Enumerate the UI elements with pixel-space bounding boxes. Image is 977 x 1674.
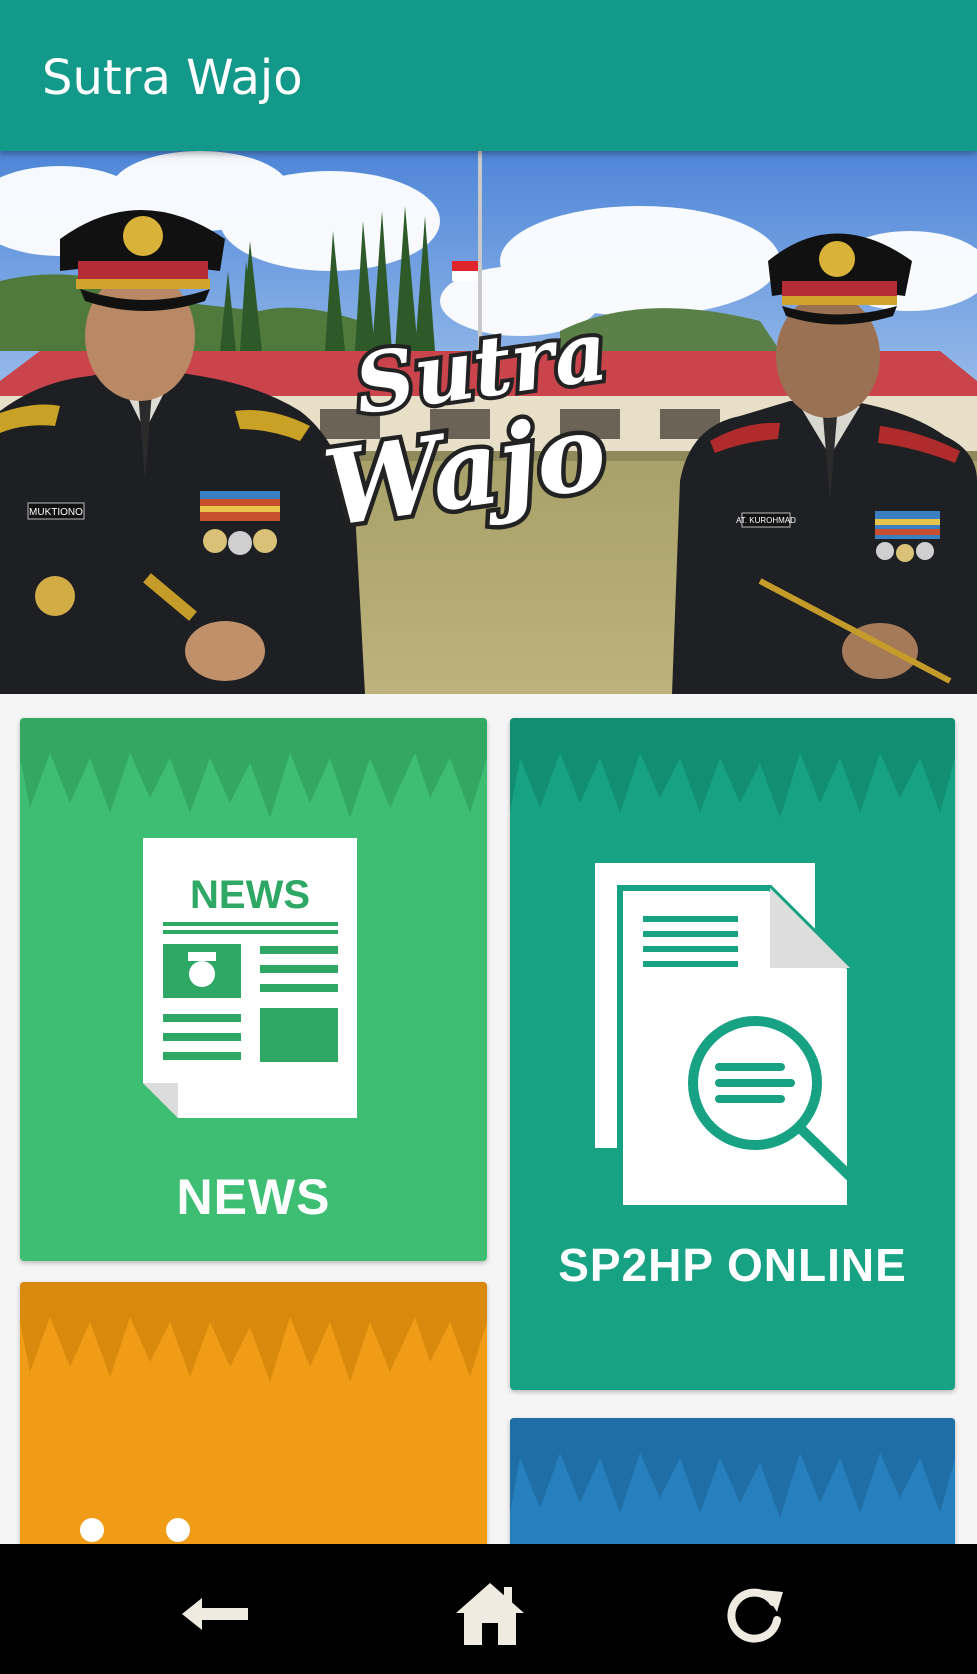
banner-image: MUKTIONO AT. KUROHMAD Sutra Wajo [0, 151, 977, 694]
back-button[interactable] [175, 1574, 255, 1654]
system-navigation-bar [0, 1544, 977, 1674]
news-card[interactable]: NEWS NEWS [20, 718, 487, 1261]
home-icon [456, 1583, 524, 1645]
menu-grid: NEWS NEWS SP2HP ONLINE [0, 694, 977, 1544]
back-arrow-icon [182, 1598, 248, 1630]
refresh-button[interactable] [715, 1574, 795, 1654]
news-label: NEWS [176, 1169, 331, 1225]
refresh-icon [727, 1588, 783, 1643]
app-title: Sutra Wajo [42, 50, 303, 106]
fourth-card-pattern [510, 1418, 955, 1518]
home-button[interactable] [450, 1574, 530, 1654]
sp2hp-online-label: SP2HP ONLINE [558, 1239, 907, 1291]
third-card-pattern [20, 1282, 487, 1542]
banner-logo: Sutra Wajo [312, 299, 618, 555]
third-menu-card[interactable] [20, 1282, 487, 1544]
name-tag-right: AT. KUROHMAD [736, 516, 796, 525]
name-tag-left: MUKTIONO [29, 507, 83, 518]
fourth-menu-card[interactable] [510, 1418, 955, 1544]
newspaper-masthead: NEWS [190, 873, 310, 917]
sp2hp-online-card[interactable]: SP2HP ONLINE [510, 718, 955, 1390]
app-bar: Sutra Wajo [0, 0, 977, 151]
